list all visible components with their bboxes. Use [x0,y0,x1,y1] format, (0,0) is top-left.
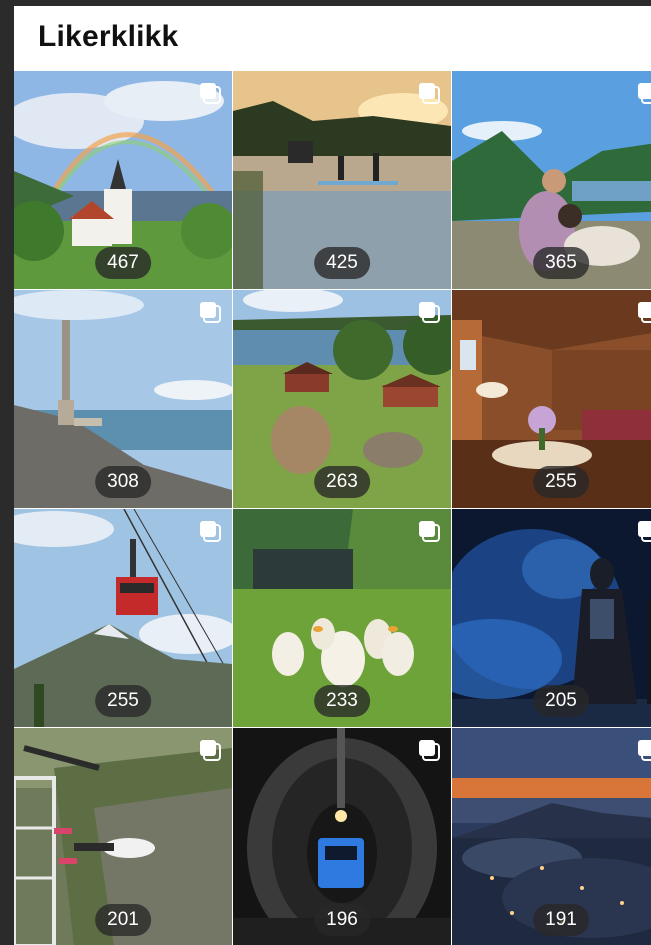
photo-tile[interactable]: 205 [452,509,651,727]
photo-tile[interactable]: 425 [233,71,451,289]
stacked-squares-icon [638,302,651,323]
photo-tile[interactable]: 196 [233,728,451,945]
stacked-squares-icon [200,83,221,104]
stacked-squares-icon [200,302,221,323]
photo-grid: 467 425 365 308 263 255 255 233 205 201 … [14,71,651,945]
stacked-squares-icon [638,83,651,104]
like-count-badge: 205 [533,685,589,717]
photo-tile[interactable]: 467 [14,71,232,289]
stacked-squares-icon [419,83,440,104]
page-title: Likerklikk [38,20,179,53]
like-count-badge: 255 [95,685,151,717]
photo-tile[interactable]: 308 [14,290,232,508]
stacked-squares-icon [200,740,221,761]
like-count-badge: 467 [95,247,151,279]
stacked-squares-icon [419,521,440,542]
like-count-badge: 201 [95,904,151,936]
photo-tile[interactable]: 263 [233,290,451,508]
like-count-badge: 308 [95,466,151,498]
stacked-squares-icon [638,740,651,761]
stacked-squares-icon [638,521,651,542]
like-count-badge: 233 [314,685,370,717]
like-count-badge: 365 [533,247,589,279]
photo-tile[interactable]: 201 [14,728,232,945]
photo-tile[interactable]: 255 [14,509,232,727]
stacked-squares-icon [419,302,440,323]
like-count-badge: 425 [314,247,370,279]
likes-panel: Likerklikk 467 425 365 308 263 255 255 2… [14,6,651,945]
like-count-badge: 191 [533,904,589,936]
stacked-squares-icon [419,740,440,761]
photo-tile[interactable]: 233 [233,509,451,727]
window-left-edge [0,0,14,945]
like-count-badge: 196 [314,904,370,936]
like-count-badge: 255 [533,466,589,498]
like-count-badge: 263 [314,466,370,498]
stacked-squares-icon [200,521,221,542]
photo-tile[interactable]: 191 [452,728,651,945]
photo-tile[interactable]: 365 [452,71,651,289]
photo-tile[interactable]: 255 [452,290,651,508]
